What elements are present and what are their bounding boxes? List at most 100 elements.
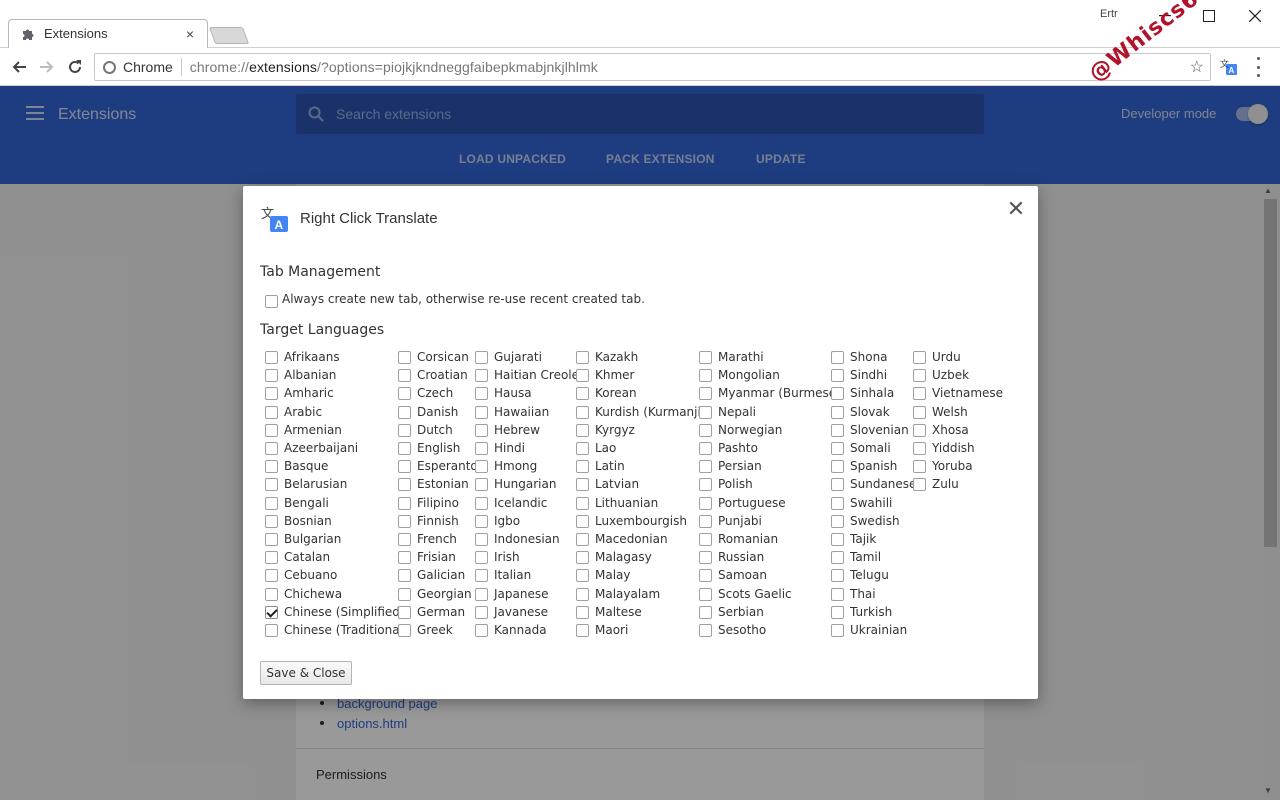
language-checkbox-catalan[interactable] [265,551,278,564]
language-checkbox-russian[interactable] [699,551,712,564]
language-checkbox-shona[interactable] [831,351,844,364]
language-checkbox-macedonian[interactable] [576,533,589,546]
bookmark-star-icon[interactable]: ☆ [1190,57,1204,77]
language-checkbox-slovenian[interactable] [831,424,844,437]
language-checkbox-igbo[interactable] [475,515,488,528]
language-checkbox-danish[interactable] [398,406,411,419]
language-checkbox-czech[interactable] [398,387,411,400]
language-checkbox-sesotho[interactable] [699,624,712,637]
language-checkbox-greek[interactable] [398,624,411,637]
language-checkbox-cebuano[interactable] [265,569,278,582]
language-checkbox-amharic[interactable] [265,387,278,400]
language-checkbox-belarusian[interactable] [265,478,278,491]
language-checkbox-somali[interactable] [831,442,844,455]
language-checkbox-albanian[interactable] [265,369,278,382]
language-checkbox-romanian[interactable] [699,533,712,546]
language-checkbox-kannada[interactable] [475,624,488,637]
language-checkbox-turkish[interactable] [831,606,844,619]
language-checkbox-maltese[interactable] [576,606,589,619]
language-checkbox-hausa[interactable] [475,387,488,400]
language-checkbox-hungarian[interactable] [475,478,488,491]
window-close-icon[interactable] [1232,2,1278,30]
always-new-tab-checkbox[interactable] [265,295,278,308]
language-checkbox-ukrainian[interactable] [831,624,844,637]
language-checkbox-galician[interactable] [398,569,411,582]
language-checkbox-serbian[interactable] [699,606,712,619]
language-checkbox-georgian[interactable] [398,588,411,601]
tab-close-icon[interactable]: × [182,26,198,42]
language-checkbox-bosnian[interactable] [265,515,278,528]
language-checkbox-kurdish-kurmanji[interactable] [576,406,589,419]
language-checkbox-kyrgyz[interactable] [576,424,589,437]
language-checkbox-irish[interactable] [475,551,488,564]
language-checkbox-chichewa[interactable] [265,588,278,601]
language-checkbox-marathi[interactable] [699,351,712,364]
language-checkbox-mongolian[interactable] [699,369,712,382]
language-checkbox-slovak[interactable] [831,406,844,419]
language-checkbox-swahili[interactable] [831,497,844,510]
language-checkbox-arabic[interactable] [265,406,278,419]
language-checkbox-lithuanian[interactable] [576,497,589,510]
language-checkbox-yiddish[interactable] [913,442,926,455]
language-checkbox-urdu[interactable] [913,351,926,364]
language-checkbox-swedish[interactable] [831,515,844,528]
language-checkbox-nepali[interactable] [699,406,712,419]
language-checkbox-thai[interactable] [831,588,844,601]
language-checkbox-frisian[interactable] [398,551,411,564]
language-checkbox-corsican[interactable] [398,351,411,364]
language-checkbox-pashto[interactable] [699,442,712,455]
chrome-site-chip[interactable]: Chrome [95,58,182,76]
language-checkbox-hindi[interactable] [475,442,488,455]
language-checkbox-sundanese[interactable] [831,478,844,491]
language-checkbox-kazakh[interactable] [576,351,589,364]
language-checkbox-malagasy[interactable] [576,551,589,564]
language-checkbox-icelandic[interactable] [475,497,488,510]
back-arrow-icon[interactable] [7,55,31,79]
language-checkbox-afrikaans[interactable] [265,351,278,364]
language-checkbox-finnish[interactable] [398,515,411,528]
language-checkbox-yoruba[interactable] [913,460,926,473]
language-checkbox-latvian[interactable] [576,478,589,491]
url-text[interactable]: chrome://extensions/?options=piojkjkndne… [190,59,598,75]
language-checkbox-sinhala[interactable] [831,387,844,400]
language-checkbox-filipino[interactable] [398,497,411,510]
language-checkbox-punjabi[interactable] [699,515,712,528]
language-checkbox-spanish[interactable] [831,460,844,473]
language-checkbox-khmer[interactable] [576,369,589,382]
language-checkbox-haitian-creole[interactable] [475,369,488,382]
language-checkbox-luxembourgish[interactable] [576,515,589,528]
language-checkbox-hawaiian[interactable] [475,406,488,419]
language-checkbox-estonian[interactable] [398,478,411,491]
address-bar[interactable]: Chrome chrome://extensions/?options=pioj… [94,53,1211,81]
tab-extensions[interactable]: Extensions × [14,19,204,48]
language-checkbox-persian[interactable] [699,460,712,473]
language-checkbox-malay[interactable] [576,569,589,582]
language-checkbox-italian[interactable] [475,569,488,582]
reload-icon[interactable] [63,55,87,79]
language-checkbox-bengali[interactable] [265,497,278,510]
save-close-button[interactable]: Save & Close [260,661,352,685]
language-checkbox-basque[interactable] [265,460,278,473]
language-checkbox-chinese-traditional[interactable] [265,624,278,637]
language-checkbox-norwegian[interactable] [699,424,712,437]
language-checkbox-lao[interactable] [576,442,589,455]
language-checkbox-german[interactable] [398,606,411,619]
language-checkbox-samoan[interactable] [699,569,712,582]
language-checkbox-scots-gaelic[interactable] [699,588,712,601]
language-checkbox-indonesian[interactable] [475,533,488,546]
language-checkbox-welsh[interactable] [913,406,926,419]
language-checkbox-zulu[interactable] [913,478,926,491]
close-icon[interactable]: ✕ [1005,196,1027,221]
language-checkbox-armenian[interactable] [265,424,278,437]
chrome-menu-icon[interactable] [1254,57,1262,77]
language-checkbox-portuguese[interactable] [699,497,712,510]
language-checkbox-latin[interactable] [576,460,589,473]
language-checkbox-hmong[interactable] [475,460,488,473]
language-checkbox-uzbek[interactable] [913,369,926,382]
language-checkbox-english[interactable] [398,442,411,455]
language-checkbox-telugu[interactable] [831,569,844,582]
language-checkbox-malayalam[interactable] [576,588,589,601]
language-checkbox-maori[interactable] [576,624,589,637]
new-tab-button[interactable] [208,27,250,44]
forward-arrow-icon[interactable] [35,55,59,79]
